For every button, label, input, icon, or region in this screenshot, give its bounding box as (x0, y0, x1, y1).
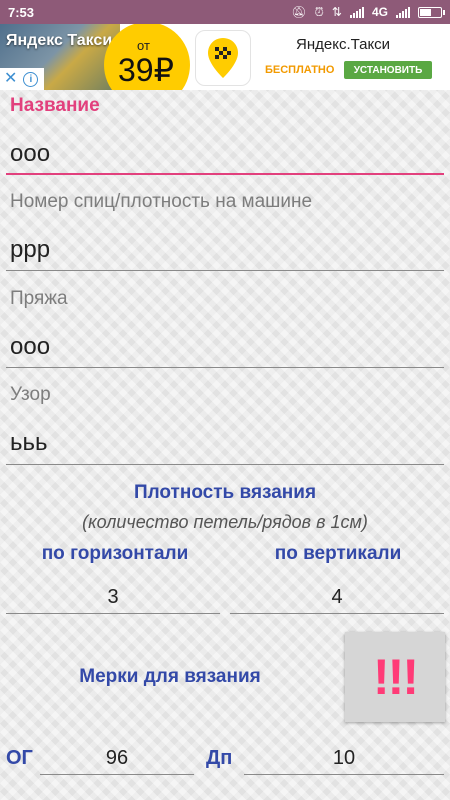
og-label: ОГ (6, 747, 33, 769)
needles-field[interactable]: ррр (10, 236, 50, 264)
measurements-button[interactable]: !!! (345, 632, 445, 722)
needles-field-underline (6, 270, 444, 271)
dp-field-underline (244, 774, 444, 775)
name-field-underline (6, 173, 444, 175)
vertical-density-field[interactable]: 4 (230, 586, 444, 609)
ad-install-button[interactable]: УСТАНОВИТЬ (344, 61, 432, 79)
needles-label: Номер спиц/плотность на машине (10, 191, 313, 212)
og-field-underline (40, 774, 194, 775)
ad-brand: Яндекс Такси (6, 32, 113, 49)
ad-choices[interactable]: ✕ i (0, 68, 44, 90)
battery-icon (418, 6, 445, 18)
data-icon: ⇅ (331, 5, 342, 19)
density-title: Плотность вязания (133, 482, 317, 503)
vertical-density-underline (230, 613, 444, 614)
alarm-icon: ⏰︎ (314, 4, 324, 19)
mute-icon: 🔕︎ (291, 5, 307, 19)
signal-icon (349, 6, 364, 18)
horizontal-label: по горизонтали (41, 543, 189, 564)
status-bar: 7:53 🔕︎ ⏰︎ ⇅ 4G (0, 0, 450, 24)
ad-info-icon[interactable]: i (23, 71, 39, 87)
dp-field[interactable]: 10 (244, 747, 444, 770)
density-subtitle: (количество петель/рядов в 1см) (82, 512, 368, 532)
horizontal-density-underline (6, 613, 220, 614)
yarn-label: Пряжа (10, 288, 68, 309)
yarn-field[interactable]: ооо (10, 333, 50, 361)
og-field[interactable]: 96 (40, 747, 194, 770)
pattern-label: Узор (10, 384, 51, 405)
signal-icon-2 (396, 6, 410, 18)
ad-title: Яндекс.Такси (296, 36, 391, 53)
pattern-field[interactable]: ььь (10, 429, 48, 457)
measurements-title: Мерки для вязания (79, 666, 261, 687)
ad-free-label: БЕСПЛАТНО (265, 64, 335, 76)
ad-price: 39₽ (118, 52, 174, 88)
network-type: 4G (371, 5, 388, 19)
ad-banner[interactable]: Яндекс Такси от 39₽ ✕ i Яндекс.Такси БЕС… (0, 24, 450, 90)
dp-label: Дп (206, 747, 233, 769)
taxi-logo-icon (195, 30, 251, 86)
vertical-label: по вертикали (274, 543, 402, 564)
ad-close-icon[interactable]: ✕ (4, 71, 17, 87)
name-field[interactable]: ооо (10, 140, 50, 168)
pattern-field-underline (6, 464, 444, 465)
status-time: 7:53 (8, 4, 35, 20)
yarn-field-underline (6, 367, 444, 368)
horizontal-density-field[interactable]: 3 (6, 586, 220, 609)
name-label: Название (10, 95, 100, 116)
